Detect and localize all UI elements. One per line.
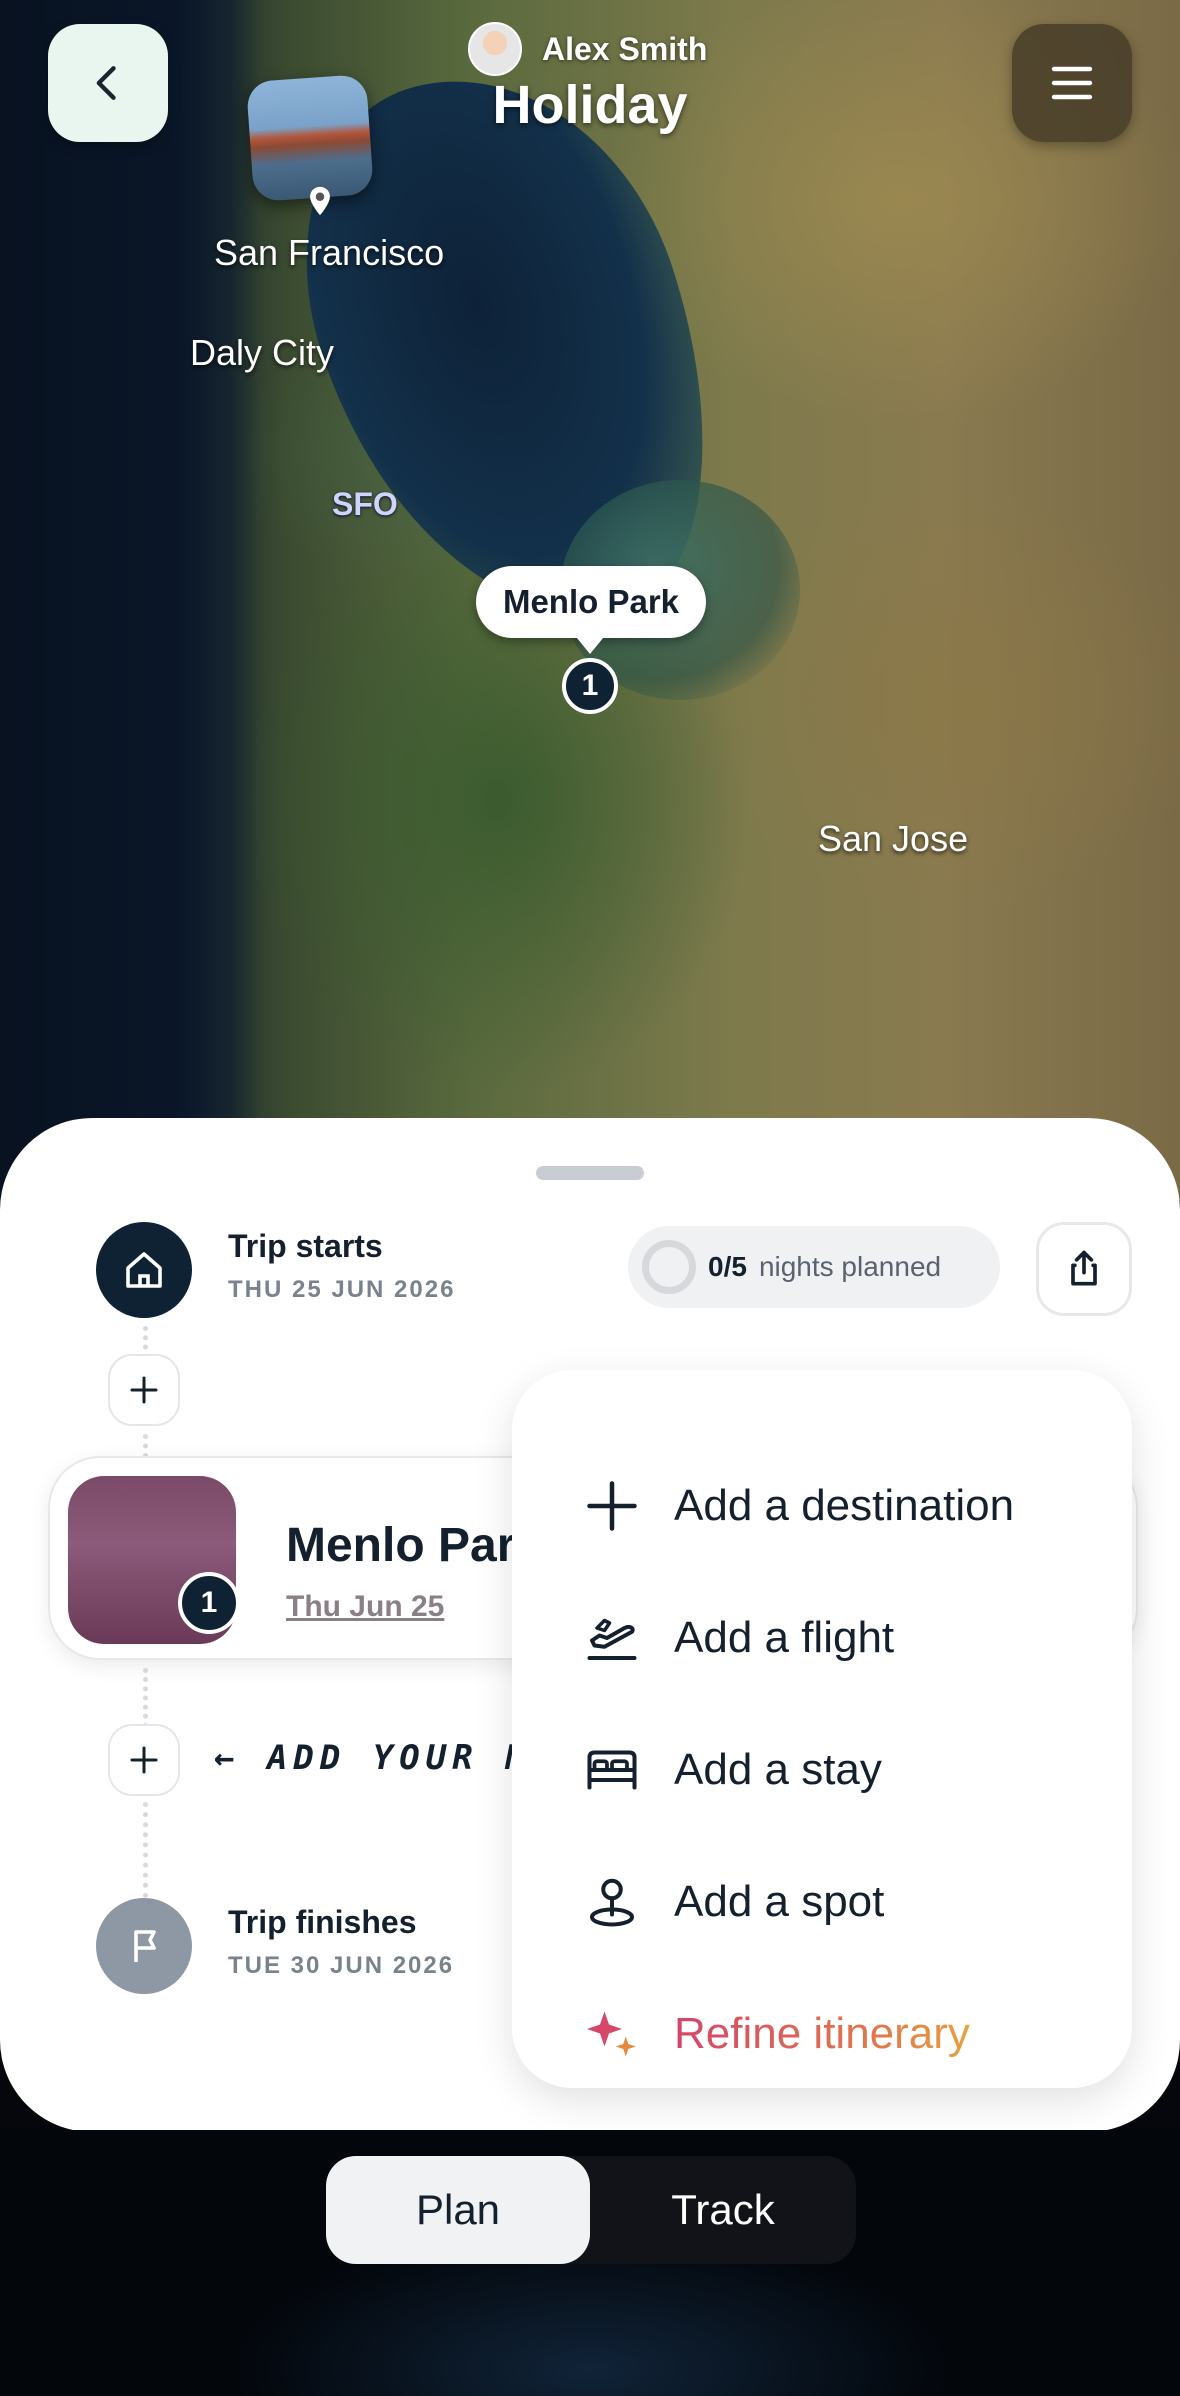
nights-label: nights planned xyxy=(758,1251,942,1282)
destination-name: Menlo Park xyxy=(286,1519,543,1572)
sheet-grabber[interactable] xyxy=(536,1166,644,1180)
add-menu-popup: Add a destination Add a flight Add a sta… xyxy=(512,1370,1132,2088)
menu-item-add-spot[interactable]: Add a spot xyxy=(582,1862,884,1942)
plus-icon xyxy=(130,1376,158,1404)
nights-planned-pill[interactable]: 0/5 nights planned xyxy=(628,1226,1000,1308)
menu-item-label: Add a spot xyxy=(674,1877,885,1926)
map-label-sfo: SFO xyxy=(332,486,398,522)
menu-item-refine-itinerary[interactable]: Refine itinerary xyxy=(582,1994,970,2074)
menu-item-add-flight[interactable]: Add a flight xyxy=(582,1598,894,1678)
plan-track-switch: Plan Track xyxy=(326,2156,856,2264)
menu-button[interactable] xyxy=(1012,24,1132,142)
map-label-daly-city: Daly City xyxy=(190,332,335,373)
menu-item-label: Add a stay xyxy=(674,1745,882,1794)
menu-item-label: Add a destination xyxy=(674,1481,1015,1530)
map-label-san-jose: San Jose xyxy=(818,818,969,859)
flag-icon xyxy=(134,1930,156,1962)
sparkle-icon xyxy=(587,2011,636,2057)
destination-number-badge: 1 xyxy=(178,1572,240,1634)
nights-progress-ring xyxy=(642,1240,696,1294)
nights-count: 0/5 xyxy=(708,1251,747,1282)
location-pin-icon xyxy=(310,186,330,216)
trip-start-icon xyxy=(96,1222,192,1318)
add-after-button[interactable] xyxy=(108,1724,180,1796)
home-icon xyxy=(126,1252,162,1288)
map-label-san-francisco: San Francisco xyxy=(214,232,445,273)
destination-date[interactable]: Thu Jun 25 xyxy=(286,1590,444,1624)
trip-finish-date: TUE 30 JUN 2026 xyxy=(228,1952,455,1979)
share-icon xyxy=(1071,1250,1097,1286)
trip-title: Holiday xyxy=(492,75,688,135)
user-name: Alex Smith xyxy=(542,30,708,67)
trip-finish-title: Trip finishes xyxy=(228,1904,417,1940)
tab-plan[interactable]: Plan xyxy=(326,2156,590,2264)
bed-icon xyxy=(587,1750,637,1790)
menu-item-label: Add a flight xyxy=(674,1613,895,1662)
avatar xyxy=(468,22,522,76)
add-before-button[interactable] xyxy=(108,1354,180,1426)
destination-marker[interactable]: 1 xyxy=(562,658,618,714)
hamburger-menu-icon xyxy=(1051,66,1093,100)
timeline-line xyxy=(143,1802,148,1898)
plus-icon xyxy=(130,1746,158,1774)
menu-item-add-destination[interactable]: Add a destination xyxy=(582,1466,1014,1546)
timeline-line xyxy=(143,1434,148,1458)
timeline-line xyxy=(143,1668,148,1728)
map-view[interactable]: San Francisco Daly City SFO San Jose Men… xyxy=(0,0,1180,1200)
ocean-area xyxy=(0,0,260,1200)
callout-tail xyxy=(572,632,608,654)
tab-track[interactable]: Track xyxy=(590,2156,856,2264)
trip-finish-icon xyxy=(96,1898,192,1994)
trip-start-date: THU 25 JUN 2026 xyxy=(228,1276,456,1303)
pin-icon xyxy=(590,1878,634,1927)
menu-item-label: Refine itinerary xyxy=(674,2009,970,2058)
plus-icon xyxy=(587,1481,637,1531)
destination-callout[interactable]: Menlo Park xyxy=(476,566,706,638)
trip-owner: Alex Smith xyxy=(468,22,707,76)
menu-item-add-stay[interactable]: Add a stay xyxy=(582,1730,882,1810)
trip-start-title: Trip starts xyxy=(228,1228,383,1264)
plane-icon xyxy=(587,1618,637,1660)
share-button[interactable] xyxy=(1036,1222,1132,1316)
